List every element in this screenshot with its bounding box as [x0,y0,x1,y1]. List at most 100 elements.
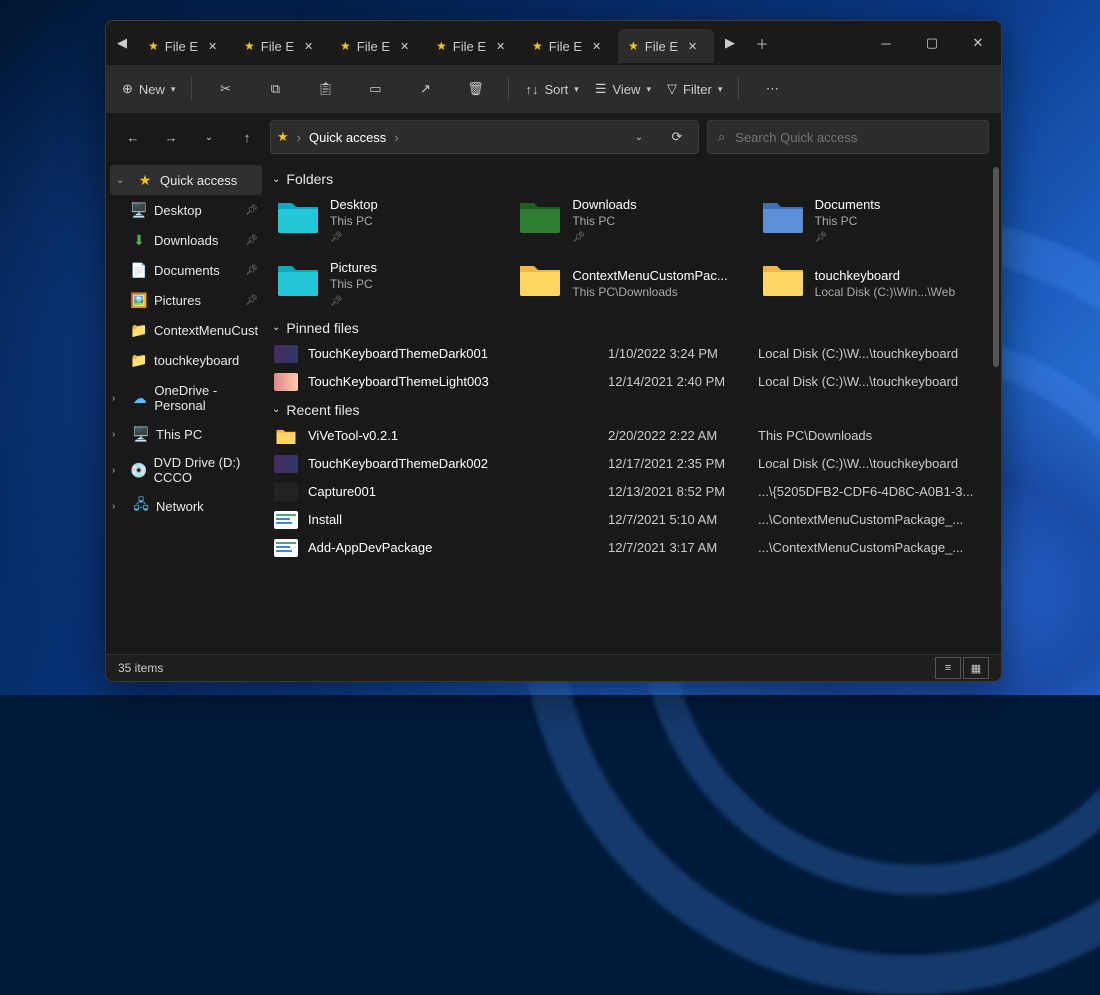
star-icon: ★ [628,39,639,53]
chevron-down-icon: ▾ [574,84,579,95]
chevron-down-icon: ⌄ [272,404,280,415]
search-box[interactable]: ⌕ [707,120,989,154]
address-bar[interactable]: ★ › Quick access › ⌄ ⟳ [270,120,699,154]
pin-icon: 📌︎ [572,231,636,244]
file-row[interactable]: TouchKeyboardThemeDark0011/10/2022 3:24 … [270,340,989,368]
tab-3[interactable]: ★File E✕ [426,29,522,63]
file-row[interactable]: TouchKeyboardThemeLight00312/14/2021 2:4… [270,368,989,396]
tab-close-button[interactable]: ✕ [492,38,509,55]
documents-icon: 📄 [130,261,148,279]
tab-close-button[interactable]: ✕ [396,38,413,55]
pin-icon: 📌︎ [245,205,258,216]
sidebar-item-dvd[interactable]: ›💿DVD Drive (D:) CCCO [106,455,266,485]
sidebar-item-onedrive[interactable]: ›☁OneDrive - Personal [106,383,266,413]
pinned-files-list: TouchKeyboardThemeDark0011/10/2022 3:24 … [270,340,989,396]
copy-button[interactable]: ⧉ [252,72,298,106]
tab-0[interactable]: ★File E✕ [138,29,234,63]
tab-close-button[interactable]: ✕ [204,38,221,55]
forward-button[interactable]: → [156,122,186,152]
sidebar-item-pc[interactable]: ›🖥️This PC [106,419,266,449]
more-button[interactable]: ⋯ [749,72,795,106]
tab-scroll-left[interactable]: ◀ [106,27,138,59]
content-pane: ⌄Folders DesktopThis PC📌︎DownloadsThis P… [266,161,1001,654]
chevron-down-icon: ▾ [171,84,176,95]
file-row[interactable]: Add-AppDevPackage12/7/2021 3:17 AM...\Co… [270,534,989,562]
sidebar-item-desktop[interactable]: 🖥️Desktop📌︎ [106,195,266,225]
tab-close-button[interactable]: ✕ [588,38,605,55]
tab-2[interactable]: ★File E✕ [330,29,426,63]
breadcrumb-root[interactable]: Quick access [309,130,386,145]
folder-location: This PC [330,277,377,293]
window-controls: ─ ▢ ✕ [863,27,1001,59]
search-input[interactable] [733,129,978,146]
file-location: Local Disk (C:)\W...\touchkeyboard [758,374,989,389]
share-button[interactable]: ↗ [402,72,448,106]
file-row[interactable]: ViVeTool-v0.2.12/20/2022 2:22 AMThis PC\… [270,422,989,450]
pin-icon: 📌︎ [815,231,881,244]
section-recent-files[interactable]: ⌄Recent files [272,402,989,418]
new-tab-button[interactable]: ＋ [746,34,778,53]
recent-locations-button[interactable]: ⌄ [194,122,224,152]
scrollbar[interactable] [993,167,999,367]
sidebar-item-contextmenucust[interactable]: 📁ContextMenuCust [106,315,266,345]
folder-item[interactable]: DownloadsThis PC📌︎ [512,191,746,250]
tab-5[interactable]: ★ File E ✕ [618,29,714,63]
close-button[interactable]: ✕ [955,27,1001,59]
details-view-button[interactable]: ≡ [935,657,961,679]
up-button[interactable]: ↑ [232,122,262,152]
tab-label: File E [261,39,294,54]
sidebar-item-label: touchkeyboard [154,353,239,368]
file-row[interactable]: TouchKeyboardThemeDark00212/17/2021 2:35… [270,450,989,478]
star-icon: ★ [277,129,289,145]
file-name: Install [308,512,608,527]
new-label: New [139,82,165,97]
folder-item[interactable]: DesktopThis PC📌︎ [270,191,504,250]
tab-scroll-right[interactable]: ▶ [714,27,746,59]
tab-1[interactable]: ★File E✕ [234,29,330,63]
paste-button[interactable]: 📋︎ [302,72,348,106]
file-name: Capture001 [308,484,608,499]
filter-button[interactable]: ▽Filter▾ [661,72,728,106]
sidebar-item-touchkeyboard[interactable]: 📁touchkeyboard [106,345,266,375]
tab-close-button[interactable]: ✕ [684,38,701,55]
folder-item[interactable]: ContextMenuCustomPac...This PC\Downloads [512,254,746,313]
maximize-button[interactable]: ▢ [909,27,955,59]
sidebar-item-documents[interactable]: 📄Documents📌︎ [106,255,266,285]
body: ⌄ ★ Quick access 🖥️Desktop📌︎⬇Downloads📌︎… [106,161,1001,654]
rename-button[interactable]: ▭ [352,72,398,106]
navigation-pane: ⌄ ★ Quick access 🖥️Desktop📌︎⬇Downloads📌︎… [106,161,266,654]
delete-button[interactable]: 🗑︎ [452,72,498,106]
sort-button[interactable]: ↑↓Sort▾ [519,72,584,106]
star-icon: ★ [148,39,159,53]
tab-close-button[interactable]: ✕ [300,38,317,55]
sidebar-item-pictures[interactable]: 🖼️Pictures📌︎ [106,285,266,315]
sidebar-item-label: Pictures [154,293,201,308]
tab-label: File E [645,39,678,54]
cut-button[interactable]: ✂ [202,72,248,106]
share-icon: ↗ [420,81,431,97]
folder-item[interactable]: PicturesThis PC📌︎ [270,254,504,313]
file-date: 12/7/2021 3:17 AM [608,540,758,555]
file-thumbnail [274,373,298,391]
back-button[interactable]: ← [118,122,148,152]
sidebar-item-quick-access[interactable]: ⌄ ★ Quick access [110,165,262,195]
section-pinned-files[interactable]: ⌄Pinned files [272,320,989,336]
pin-icon: 📌︎ [330,295,377,308]
sidebar-item-network[interactable]: ›🖧Network [106,491,266,521]
file-row[interactable]: Capture00112/13/2021 8:52 PM...\{5205DFB… [270,478,989,506]
minimize-button[interactable]: ─ [863,27,909,59]
refresh-button[interactable]: ⟳ [662,122,692,152]
file-date: 12/7/2021 5:10 AM [608,512,758,527]
folder-item[interactable]: touchkeyboardLocal Disk (C:)\Win...\Web [755,254,989,313]
thumbnails-view-button[interactable]: ▦ [963,657,989,679]
view-button[interactable]: ☰View▾ [589,72,657,106]
chevron-right-icon: › [112,501,126,512]
breadcrumb-separator: › [394,130,398,145]
sidebar-item-downloads[interactable]: ⬇Downloads📌︎ [106,225,266,255]
section-folders[interactable]: ⌄Folders [272,171,989,187]
new-button[interactable]: ⊕New▾ [116,72,181,106]
address-dropdown[interactable]: ⌄ [624,122,654,152]
tab-4[interactable]: ★File E✕ [522,29,618,63]
file-row[interactable]: Install12/7/2021 5:10 AM...\ContextMenuC… [270,506,989,534]
folder-item[interactable]: DocumentsThis PC📌︎ [755,191,989,250]
